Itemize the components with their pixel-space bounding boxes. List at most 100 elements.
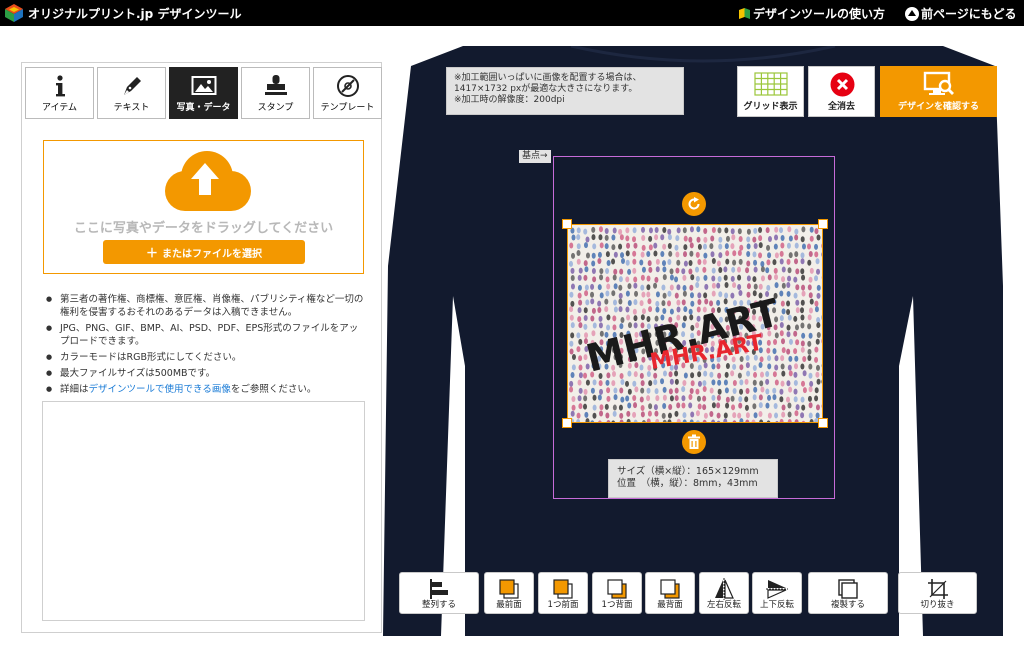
send-backward-button[interactable]: 1つ背面: [592, 572, 642, 614]
artwork-dot: [676, 402, 681, 409]
artwork-dot: [807, 395, 812, 402]
artwork-dot: [808, 402, 813, 409]
help-link[interactable]: デザインツールの使い方: [738, 5, 885, 22]
align-button[interactable]: 整列する: [399, 572, 479, 614]
artwork-dot: [569, 380, 574, 387]
artwork-dot: [795, 284, 800, 291]
artwork-dot: [598, 315, 603, 322]
bring-to-front-button[interactable]: 最前面: [484, 572, 534, 614]
artwork-dot: [583, 388, 588, 395]
artwork-dot: [583, 242, 588, 249]
artwork-dot: [590, 315, 595, 322]
artwork-dot: [674, 378, 679, 385]
grid-toggle-button[interactable]: グリッド表示: [737, 66, 804, 117]
artwork-dot: [613, 306, 618, 313]
artwork-dot: [738, 402, 743, 409]
artwork-dot: [611, 290, 616, 297]
artwork-dot: [571, 234, 576, 241]
artwork-dot: [681, 386, 686, 393]
delete-button[interactable]: [682, 430, 706, 454]
artwork-dot: [633, 315, 638, 322]
artwork-dot: [571, 404, 576, 411]
confirm-design-button[interactable]: デザインを確認する: [880, 66, 997, 117]
artwork-dot: [724, 282, 729, 289]
resize-handle-top-left[interactable]: [562, 219, 572, 229]
rotate-button[interactable]: [682, 192, 706, 216]
bring-forward-button[interactable]: 1つ前面: [538, 572, 588, 614]
artwork-dot: [807, 259, 812, 266]
artwork-dot: [816, 378, 821, 385]
send-to-back-button[interactable]: 最背面: [645, 572, 695, 614]
artwork-dot: [654, 276, 659, 283]
artwork-dot: [577, 274, 582, 281]
artwork-dot: [640, 404, 645, 411]
artwork-dot: [661, 260, 666, 267]
artwork-dot: [577, 379, 582, 386]
artwork-dot: [577, 395, 582, 402]
artwork-dot: [802, 387, 807, 394]
artwork-dot: [605, 412, 610, 419]
artwork-dot: [569, 340, 574, 347]
artwork-dot: [674, 395, 679, 402]
crop-button[interactable]: 切り抜き: [898, 572, 977, 614]
tab-stamp[interactable]: スタンプ: [241, 67, 310, 119]
artwork-dot: [794, 258, 799, 265]
artwork-dot: [625, 306, 630, 313]
artwork-dot: [765, 267, 770, 274]
artwork-dot: [682, 412, 687, 419]
artwork-dot: [767, 363, 772, 370]
artwork-dot: [774, 364, 779, 371]
flip-vertical-button[interactable]: 上下反転: [752, 572, 802, 614]
design-image[interactable]: MHR.ART MHR.ART: [567, 224, 823, 423]
artwork-dot: [591, 267, 596, 274]
upload-drop-zone[interactable]: ここに写真やデータをドラッグしてください ＋ またはファイルを選択: [43, 140, 364, 274]
artwork-dot: [753, 412, 758, 419]
artwork-dot: [585, 299, 590, 306]
artwork-dot: [795, 339, 800, 346]
back-arrow-icon: [905, 6, 919, 21]
close-circle-icon: [830, 72, 855, 97]
size-position-readout: サイズ（横×縦）：165×129mm 位置 （横，縦）：8mm，43mm: [608, 459, 778, 498]
clear-all-button[interactable]: 全消去: [808, 66, 875, 117]
artwork-dot: [634, 290, 639, 297]
flip-horizontal-label: 左右反転: [706, 600, 741, 610]
tab-item[interactable]: アイテム: [25, 67, 94, 119]
select-file-button[interactable]: ＋ またはファイルを選択: [103, 240, 305, 264]
artwork-dot: [716, 394, 721, 401]
artwork-dot: [752, 364, 757, 371]
tab-template[interactable]: テンプレート: [313, 67, 382, 119]
artwork-dot: [669, 268, 674, 275]
flip-horizontal-button[interactable]: 左右反転: [699, 572, 749, 614]
resize-handle-bottom-right[interactable]: [818, 418, 828, 428]
artwork-dot: [716, 412, 721, 419]
back-link[interactable]: 前ページにもどる: [905, 5, 1017, 22]
clear-all-label: 全消去: [827, 102, 855, 112]
duplicate-button[interactable]: 複製する: [808, 572, 888, 614]
info-line-3: ※加工時の解像度：200dpi: [454, 95, 565, 105]
align-label: 整列する: [421, 600, 456, 610]
artwork-dot: [717, 379, 722, 386]
resize-handle-top-right[interactable]: [818, 219, 828, 229]
position-readout: 位置 （横，縦）：8mm，43mm: [617, 478, 758, 489]
artwork-dot: [738, 235, 743, 242]
artwork-dot: [800, 322, 805, 329]
artwork-dot: [801, 284, 806, 291]
artwork-dot: [753, 259, 758, 266]
artwork-dot: [639, 396, 644, 403]
tab-text[interactable]: テキスト: [97, 67, 166, 119]
crop-label: 切り抜き: [920, 600, 955, 610]
artwork-dot: [604, 403, 609, 410]
artwork-dot: [801, 290, 806, 297]
artwork-dot: [690, 380, 695, 387]
artwork-dot: [583, 260, 588, 267]
tab-photo-data[interactable]: 写真・データ: [169, 67, 238, 119]
artwork-dot: [611, 234, 616, 241]
artwork-dot: [718, 243, 723, 250]
artwork-dot: [758, 235, 763, 242]
usable-images-link[interactable]: デザインツールで使用できる画像: [89, 384, 231, 395]
artwork-dot: [737, 412, 742, 419]
artwork-dot: [618, 404, 623, 411]
artwork-dot: [683, 244, 688, 251]
artwork-dot: [633, 276, 638, 283]
resize-handle-bottom-left[interactable]: [562, 418, 572, 428]
